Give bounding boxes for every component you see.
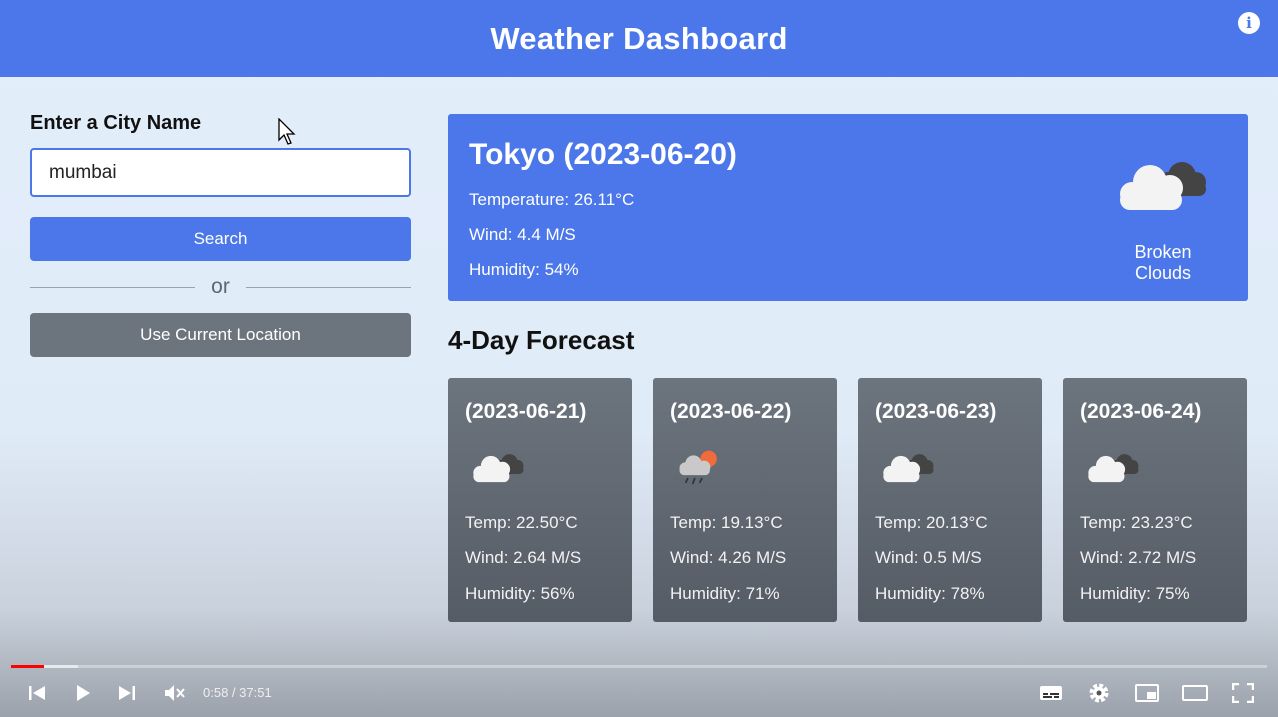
forecast-humidity: Humidity: 56%: [465, 584, 575, 603]
forecast-card: (2023-06-21) Temp: 22.50°C Wind: 2.64 M/…: [448, 378, 632, 622]
rain-sun-icon: [676, 446, 732, 493]
divider-line: [30, 287, 195, 288]
fullscreen-icon[interactable]: [1229, 681, 1257, 705]
next-icon[interactable]: [113, 681, 141, 705]
forecast-wind: Wind: 0.5 M/S: [875, 548, 982, 567]
city-input[interactable]: [30, 148, 411, 197]
current-city-title: Tokyo (2023-06-20): [469, 138, 737, 171]
current-temperature: Temperature: 26.11°C: [469, 190, 635, 209]
search-panel: Enter a City Name Search or Use Current …: [30, 110, 411, 357]
forecast-humidity: Humidity: 71%: [670, 584, 780, 603]
time-display: 0:58 / 37:51: [203, 685, 272, 700]
or-text: or: [211, 275, 230, 298]
forecast-date: (2023-06-23): [875, 400, 997, 423]
forecast-temp: Temp: 19.13°C: [670, 513, 783, 532]
forecast-list: (2023-06-21) Temp: 22.50°C Wind: 2.64 M/…: [448, 378, 1247, 622]
city-label: Enter a City Name: [30, 112, 202, 134]
forecast-humidity: Humidity: 75%: [1080, 584, 1190, 603]
search-button[interactable]: Search: [30, 217, 411, 261]
forecast-card: (2023-06-24) Temp: 23.23°C Wind: 2.72 M/…: [1063, 378, 1247, 622]
divider-line: [246, 287, 411, 288]
mute-icon[interactable]: [160, 681, 188, 705]
played-progress: [11, 665, 44, 668]
current-description: Broken Clouds: [1134, 242, 1192, 283]
forecast-wind: Wind: 4.26 M/S: [670, 548, 787, 567]
broken-clouds-icon: [881, 446, 937, 493]
play-icon[interactable]: [69, 681, 97, 705]
miniplayer-icon[interactable]: [1133, 681, 1161, 705]
current-wind: Wind: 4.4 M/S: [469, 225, 576, 244]
settings-gear-icon[interactable]: [1085, 681, 1113, 705]
mouse-cursor-icon: [278, 117, 296, 151]
info-icon[interactable]: i: [1238, 12, 1260, 34]
broken-clouds-icon: [1116, 152, 1212, 221]
forecast-date: (2023-06-24): [1080, 400, 1202, 423]
broken-clouds-icon: [1086, 446, 1142, 493]
forecast-temp: Temp: 20.13°C: [875, 513, 988, 532]
forecast-wind: Wind: 2.72 M/S: [1080, 548, 1197, 567]
broken-clouds-icon: [471, 446, 527, 493]
theater-mode-icon[interactable]: [1181, 681, 1209, 705]
forecast-temp: Temp: 23.23°C: [1080, 513, 1193, 532]
forecast-title: 4-Day Forecast: [448, 325, 635, 355]
forecast-humidity: Humidity: 78%: [875, 584, 985, 603]
video-player-controls: 0:58 / 37:51: [0, 657, 1278, 717]
forecast-card: (2023-06-22) Temp: 19.13°C Wind: 4.26 M/…: [653, 378, 837, 622]
subtitles-icon[interactable]: [1037, 681, 1065, 705]
forecast-temp: Temp: 22.50°C: [465, 513, 578, 532]
or-divider: or: [30, 261, 411, 313]
forecast-date: (2023-06-22): [670, 400, 792, 423]
app-header: Weather Dashboard i: [0, 0, 1278, 77]
forecast-card: (2023-06-23) Temp: 20.13°C Wind: 0.5 M/S…: [858, 378, 1042, 622]
previous-icon[interactable]: [23, 681, 51, 705]
use-current-location-button[interactable]: Use Current Location: [30, 313, 411, 357]
current-weather-card: Tokyo (2023-06-20) Temperature: 26.11°C …: [448, 114, 1248, 301]
progress-bar[interactable]: [11, 665, 1267, 668]
current-humidity: Humidity: 54%: [469, 260, 579, 279]
page-title: Weather Dashboard: [490, 20, 788, 56]
forecast-wind: Wind: 2.64 M/S: [465, 548, 582, 567]
forecast-date: (2023-06-21): [465, 400, 587, 423]
